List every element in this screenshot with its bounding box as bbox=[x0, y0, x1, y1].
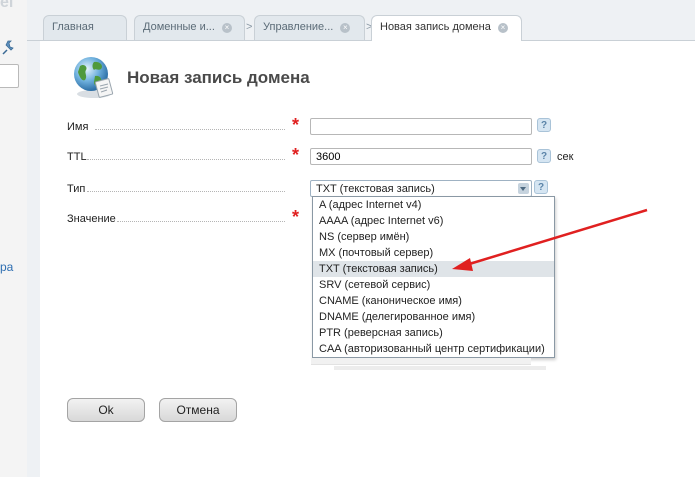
type-label: Тип bbox=[67, 183, 86, 195]
dropdown-option[interactable]: PTR (реверсная запись) bbox=[313, 325, 554, 341]
tab-management[interactable]: Управление... × bbox=[254, 15, 365, 40]
type-select[interactable]: TXT (текстовая запись) bbox=[310, 180, 532, 197]
content-gutter bbox=[27, 41, 40, 477]
cancel-button[interactable]: Отмена bbox=[159, 398, 237, 422]
ttl-dotted-leader bbox=[87, 159, 285, 160]
chevron-down-icon[interactable] bbox=[518, 183, 529, 194]
dropdown-option[interactable]: AAAA (адрес Internet v6) bbox=[313, 213, 554, 229]
value-label: Значение bbox=[67, 213, 116, 225]
tab-new-domain-record-label: Новая запись домена bbox=[380, 21, 491, 33]
tab-home[interactable]: Главная bbox=[43, 15, 127, 40]
dropdown-option-selected[interactable]: TXT (текстовая запись) bbox=[313, 261, 554, 277]
dropdown-option[interactable]: CNAME (каноническое имя) bbox=[313, 293, 554, 309]
dropdown-option[interactable]: DNAME (делегированное имя) bbox=[313, 309, 554, 325]
dropdown-option[interactable]: CAA (авторизованный центр сертификации) bbox=[313, 341, 554, 357]
tab-domain-names-label: Доменные и... bbox=[143, 21, 215, 33]
ttl-required-mark: * bbox=[292, 145, 300, 165]
dropdown-option[interactable]: SRV (сетевой сервис) bbox=[313, 277, 554, 293]
type-help-icon[interactable]: ? bbox=[534, 180, 548, 194]
globe-icon bbox=[74, 57, 114, 98]
type-dotted-leader bbox=[87, 191, 285, 192]
dropdown-option[interactable]: A (адрес Internet v4) bbox=[313, 197, 554, 213]
pin-icon[interactable] bbox=[0, 40, 16, 56]
ok-button[interactable]: Ok bbox=[67, 398, 145, 422]
close-icon[interactable]: × bbox=[497, 23, 508, 33]
ttl-unit: сек bbox=[557, 151, 574, 163]
value-required-mark: * bbox=[292, 207, 300, 227]
left-search-input[interactable] bbox=[0, 64, 19, 88]
left-panel-faded-text: el bbox=[0, 0, 14, 11]
left-panel-link[interactable]: ра bbox=[0, 260, 13, 274]
ttl-input[interactable] bbox=[310, 148, 532, 165]
left-panel: el ра bbox=[0, 0, 28, 477]
value-field-scrollbar-track[interactable] bbox=[334, 366, 546, 370]
tab-domain-names[interactable]: Доменные и... × bbox=[134, 15, 245, 40]
tab-management-label: Управление... bbox=[263, 21, 334, 33]
dropdown-option[interactable]: MX (почтовый сервер) bbox=[313, 245, 554, 261]
value-dotted-leader bbox=[117, 221, 285, 222]
dropdown-option[interactable]: NS (сервер имён) bbox=[313, 229, 554, 245]
type-select-value: TXT (текстовая запись) bbox=[316, 183, 435, 195]
value-field-scrollbar[interactable] bbox=[311, 358, 531, 365]
name-input[interactable] bbox=[310, 118, 532, 135]
tab-home-label: Главная bbox=[52, 21, 94, 33]
type-dropdown-list[interactable]: A (адрес Internet v4) AAAA (адрес Intern… bbox=[312, 196, 555, 358]
ttl-help-icon[interactable]: ? bbox=[537, 149, 551, 163]
breadcrumb-separator-icon: > bbox=[246, 21, 253, 33]
name-help-icon[interactable]: ? bbox=[537, 118, 551, 132]
name-label: Имя bbox=[67, 121, 89, 133]
page-title: Новая запись домена bbox=[127, 68, 310, 87]
ttl-label: TTL bbox=[67, 151, 87, 163]
close-icon[interactable]: × bbox=[221, 23, 232, 33]
close-icon[interactable]: × bbox=[340, 23, 351, 33]
name-required-mark: * bbox=[292, 115, 300, 135]
name-dotted-leader bbox=[95, 129, 285, 130]
tab-new-domain-record[interactable]: Новая запись домена × bbox=[371, 15, 522, 41]
